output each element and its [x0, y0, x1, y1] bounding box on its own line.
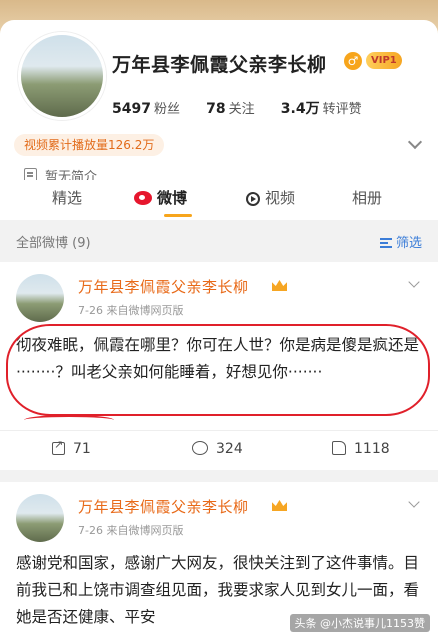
annotation-stroke — [24, 415, 114, 425]
filter-icon — [379, 238, 392, 248]
video-icon — [246, 192, 260, 206]
post-card[interactable]: 万年县李佩霞父亲李长柳 7-26 来自微博网页版 彻夜难眠，佩霞在哪里？你可在人… — [0, 262, 438, 470]
repost-icon — [52, 438, 65, 455]
reposts-stat[interactable]: 3.4万 转评赞 — [281, 101, 362, 117]
avatar[interactable] — [16, 494, 64, 542]
filter-button[interactable]: 筛选 — [379, 232, 422, 251]
chevron-down-icon[interactable] — [408, 496, 420, 508]
tab-weibo[interactable]: 微博 — [134, 187, 187, 208]
post-author[interactable]: 万年县李佩霞父亲李长柳 — [78, 496, 249, 517]
tab-video[interactable]: 视频 — [246, 187, 295, 208]
comment-button[interactable]: 324 — [192, 441, 243, 457]
profile-name: 万年县李佩霞父亲李长柳 — [112, 54, 327, 76]
followers-stat[interactable]: 5497 粉丝 — [112, 101, 180, 117]
repost-button[interactable]: 71 — [52, 438, 91, 457]
tab-featured[interactable]: 精选 — [52, 187, 82, 208]
like-button[interactable]: 1118 — [332, 441, 390, 457]
verified-icon: ♂ — [344, 52, 362, 70]
filter-bar: 全部微博 (9) 筛选 — [0, 226, 438, 256]
all-posts-label: 全部微博 (9) — [16, 236, 91, 251]
profile-tabs: 精选 微博 视频 相册 — [0, 180, 438, 220]
profile-header: 万年县李佩霞父亲李长柳 ♂ VIP1 5497 粉丝 78 关注 3.4万 转评赞 视… — [0, 20, 438, 185]
avatar[interactable] — [18, 32, 106, 120]
annotation-circle — [6, 324, 430, 416]
post-meta: 7-26 来自微博网页版 — [78, 304, 184, 317]
comment-icon — [192, 441, 208, 455]
vip-badge[interactable]: VIP1 — [366, 52, 402, 69]
following-stat[interactable]: 78 关注 — [206, 101, 255, 117]
post-author[interactable]: 万年县李佩霞父亲李长柳 — [78, 276, 249, 297]
post-meta: 7-26 来自微博网页版 — [78, 524, 184, 537]
chevron-down-icon[interactable] — [408, 276, 420, 288]
crown-icon — [272, 280, 287, 291]
profile-stats: 5497 粉丝 78 关注 3.4万 转评赞 — [112, 98, 362, 118]
post-actions: 71 324 1118 — [0, 430, 438, 471]
active-tab-indicator — [164, 214, 192, 217]
chevron-down-icon[interactable] — [407, 134, 423, 150]
weibo-icon — [134, 191, 152, 205]
like-icon — [332, 441, 346, 455]
watermark: 头条 @小杰说事儿1153赞 — [289, 614, 430, 632]
avatar[interactable] — [16, 274, 64, 322]
tab-album[interactable]: 相册 — [352, 187, 382, 208]
play-count-pill[interactable]: 视频累计播放量126.2万 — [14, 134, 165, 156]
crown-icon — [272, 500, 287, 511]
